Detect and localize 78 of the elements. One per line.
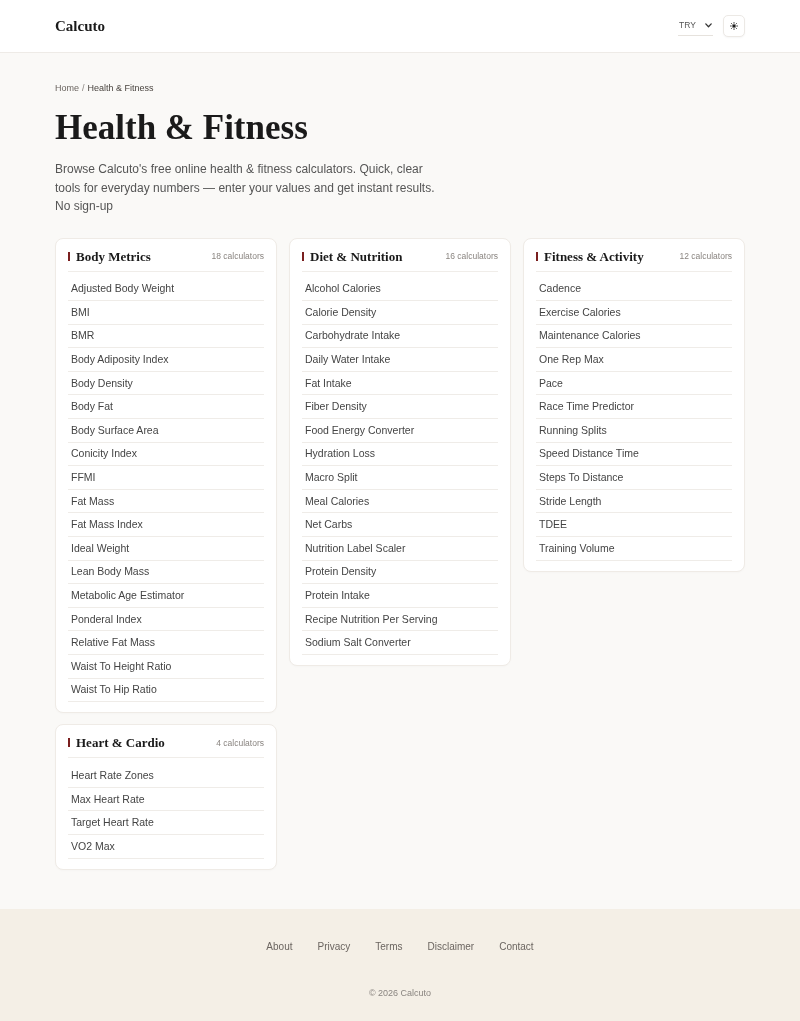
calculator-link[interactable]: Ponderal Index xyxy=(68,612,142,626)
footer-link[interactable]: Terms xyxy=(375,939,403,954)
calculator-link[interactable]: One Rep Max xyxy=(536,353,604,367)
calculator-link[interactable]: TDEE xyxy=(536,518,567,532)
footer-link[interactable]: About xyxy=(266,939,293,954)
accent-bar-icon xyxy=(302,251,304,261)
calculator-link[interactable]: FFMI xyxy=(68,471,96,485)
calculator-link[interactable]: Steps To Distance xyxy=(536,471,624,485)
calculator-link[interactable]: Fat Intake xyxy=(302,376,352,390)
category-title: Fitness & Activity xyxy=(544,248,644,264)
calculator-link[interactable]: Waist To Hip Ratio xyxy=(68,683,157,697)
calculator-count: 16 calculators xyxy=(445,250,498,262)
calculator-count: 4 calculators xyxy=(216,736,264,749)
site-logo[interactable]: Calcuto xyxy=(55,14,105,38)
calculator-link[interactable]: Body Adiposity Index xyxy=(68,353,169,367)
calculator-link[interactable]: Body Surface Area xyxy=(68,423,159,437)
page-description: Browse Calcuto's free online health & fitness calculators. Quick, clear tools for everyday numbers — enter your values and get instant results. No sign-up xyxy=(55,161,436,215)
calculator-link[interactable]: Metabolic Age Estimator xyxy=(68,589,185,602)
sun-icon xyxy=(730,22,738,30)
footer-link[interactable]: Privacy xyxy=(317,939,351,954)
calculator-link[interactable]: Heart Rate Zones xyxy=(68,769,154,782)
breadcrumb-current: Health & Fitness xyxy=(87,82,154,94)
accent-bar-icon xyxy=(536,251,538,261)
calculator-link[interactable]: Maintenance Calories xyxy=(536,329,641,343)
calculator-link[interactable]: Macro Split xyxy=(302,471,358,485)
calculator-link[interactable]: Running Splits xyxy=(536,423,607,437)
footer-link[interactable]: Disclaimer xyxy=(427,939,475,954)
calculator-count: 12 calculators xyxy=(679,250,732,262)
calculator-count: 18 calculators xyxy=(211,250,264,262)
calculator-link[interactable]: Fat Mass Index xyxy=(68,518,143,532)
copyright-text: © 2026 Calcuto xyxy=(368,986,432,999)
calculator-link[interactable]: Carbohydrate Intake xyxy=(302,329,401,343)
calculator-link[interactable]: Body Density xyxy=(68,376,133,390)
calculator-link[interactable]: Exercise Calories xyxy=(536,305,621,319)
calculator-link[interactable]: Protein Density xyxy=(302,565,377,579)
calculator-link[interactable]: Adjusted Body Weight xyxy=(68,282,175,296)
calculator-link[interactable]: Cadence xyxy=(536,282,582,296)
calculator-link[interactable]: Race Time Predictor xyxy=(536,400,635,414)
calculator-link[interactable]: Body Fat xyxy=(68,400,114,414)
calculator-link[interactable]: Lean Body Mass xyxy=(68,565,150,579)
accent-bar-icon xyxy=(68,738,70,748)
breadcrumb-separator: / xyxy=(82,82,85,94)
theme-toggle-button[interactable] xyxy=(723,15,745,37)
footer-link[interactable]: Contact xyxy=(499,939,534,954)
calculator-link[interactable]: Speed Distance Time xyxy=(536,447,639,461)
calculator-link[interactable]: Conicity Index xyxy=(68,447,137,461)
calculator-link[interactable]: BMR xyxy=(68,329,95,343)
breadcrumb-link[interactable]: Home xyxy=(55,82,79,94)
calculator-link[interactable]: Food Energy Converter xyxy=(302,423,415,437)
calculator-link[interactable]: Alcohol Calories xyxy=(302,282,381,296)
category-title: Body Metrics xyxy=(76,248,151,264)
calculator-link[interactable]: Fiber Density xyxy=(302,400,367,414)
category-title: Heart & Cardio xyxy=(76,735,165,751)
calculator-link[interactable]: Pace xyxy=(536,376,563,390)
calculator-link[interactable]: Ideal Weight xyxy=(68,541,130,555)
calculator-link[interactable]: Hydration Loss xyxy=(302,447,376,461)
calculator-link[interactable]: Max Heart Rate xyxy=(68,792,145,806)
calculator-link[interactable]: Stride Length xyxy=(536,494,602,508)
calculator-link[interactable]: Net Carbs xyxy=(302,518,353,532)
currency-select[interactable]: TRY xyxy=(678,16,713,36)
calculator-link[interactable]: VO2 Max xyxy=(68,839,115,853)
calculator-link[interactable]: BMI xyxy=(68,305,90,319)
calculator-link[interactable]: Meal Calories xyxy=(302,494,370,508)
page-title: Health & Fitness xyxy=(55,107,309,148)
calculator-link[interactable]: Waist To Height Ratio xyxy=(68,659,172,673)
calculator-link[interactable]: Daily Water Intake xyxy=(302,353,391,367)
calculator-link[interactable]: Recipe Nutrition Per Serving xyxy=(302,612,438,626)
category-title: Diet & Nutrition xyxy=(310,248,403,264)
calculator-link[interactable]: Target Heart Rate xyxy=(68,816,154,830)
calculator-link[interactable]: Training Volume xyxy=(536,541,615,555)
accent-bar-icon xyxy=(68,251,70,261)
calculator-link[interactable]: Protein Intake xyxy=(302,589,370,602)
calculator-link[interactable]: Relative Fat Mass xyxy=(68,636,156,650)
calculator-link[interactable]: Sodium Salt Converter xyxy=(302,636,411,650)
chevron-down-icon xyxy=(704,23,712,28)
calculator-link[interactable]: Calorie Density xyxy=(302,305,377,319)
calculator-link[interactable]: Nutrition Label Scaler xyxy=(302,541,406,555)
calculator-link[interactable]: Fat Mass xyxy=(68,494,115,508)
